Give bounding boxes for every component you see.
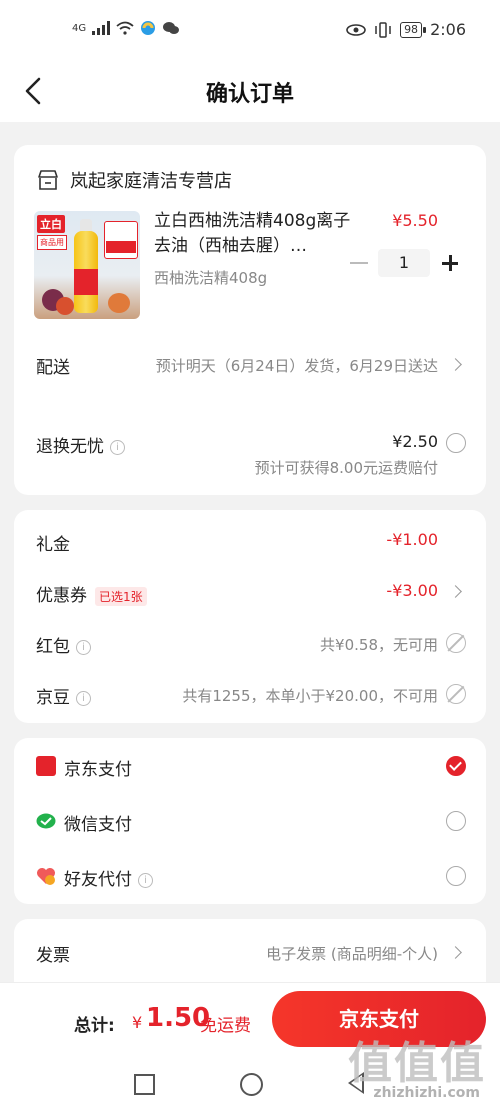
- store-name: 岚起家庭清洁专营店: [70, 171, 232, 192]
- product-spec: 西柚洗洁精408g: [154, 269, 268, 287]
- friend-pay-icon: [37, 868, 55, 885]
- signal-icon: [92, 21, 111, 35]
- red-packet-value: 共¥0.58，无可用: [320, 636, 438, 654]
- return-insurance-label: 退换无忧: [36, 437, 104, 457]
- quantity-stepper: 1: [350, 249, 460, 277]
- delivery-value[interactable]: 预计明天（6月24日）发货，6月29日送达: [148, 355, 438, 377]
- promo-tag: [104, 221, 138, 259]
- gift-money-label: 礼金: [36, 535, 70, 555]
- red-packet-row: 红包 i: [36, 632, 91, 657]
- jingdou-label: 京豆: [36, 688, 70, 708]
- payment-label: 京东支付: [64, 760, 132, 780]
- fruit-shape: [108, 293, 130, 313]
- unavailable-icon: [446, 633, 466, 653]
- coupon-chevron-icon[interactable]: [449, 585, 462, 598]
- product-price: ¥5.50: [392, 211, 438, 230]
- return-insurance-row: 退换无忧 i: [36, 432, 125, 457]
- gift-money-value: -¥1.00: [386, 530, 438, 549]
- info-icon[interactable]: i: [76, 690, 91, 706]
- return-insurance-price: ¥2.50: [392, 432, 438, 451]
- jingdou-value: 共有1255，本单小于¥20.00，不可用: [182, 687, 438, 705]
- page-title: 确认订单: [205, 82, 294, 107]
- info-icon[interactable]: i: [110, 439, 125, 455]
- system-back-button[interactable]: [348, 1072, 364, 1094]
- promo-tag-band: [106, 241, 136, 253]
- fruit-shape: [56, 297, 74, 315]
- store-header[interactable]: 岚起家庭清洁专营店: [36, 167, 232, 193]
- discounts-card: 礼金 -¥1.00 优惠券 已选1张 -¥3.00 红包 i 共¥0.58，无可用 …: [14, 510, 486, 723]
- payment-radio-jd[interactable]: [446, 756, 466, 776]
- status-bar: 4G 98 2:06: [0, 0, 500, 62]
- info-icon[interactable]: i: [138, 872, 153, 888]
- payment-label: 好友代付: [64, 870, 132, 890]
- invoice-chevron-icon[interactable]: [449, 946, 462, 959]
- coupon-row[interactable]: 优惠券 已选1张: [36, 581, 147, 606]
- invoice-value[interactable]: 电子发票 (商品明细-个人): [266, 943, 438, 964]
- brand-logo: 立白: [37, 215, 65, 233]
- invoice-label: 发票: [36, 946, 70, 966]
- status-right: 98 2:06: [346, 20, 466, 39]
- payment-radio-friend[interactable]: [446, 866, 466, 886]
- red-packet-label: 红包: [36, 637, 70, 657]
- quantity-value[interactable]: 1: [378, 249, 430, 277]
- brand-sub-label: 商品用: [37, 235, 67, 250]
- delivery-label: 配送: [36, 358, 70, 378]
- system-nav-bar: [0, 1052, 500, 1111]
- store-icon: [38, 170, 58, 190]
- increase-button[interactable]: [440, 253, 460, 273]
- wechat-notification-icon: [163, 22, 180, 34]
- wifi-icon: [116, 21, 134, 35]
- bottle-label: [74, 269, 98, 295]
- payment-card: 京东支付 微信支付 好友代付 i: [14, 738, 486, 904]
- decrease-button[interactable]: [350, 262, 368, 264]
- payment-radio-wechat[interactable]: [446, 811, 466, 831]
- unavailable-icon: [446, 684, 466, 704]
- app-notification-icon: [141, 21, 156, 35]
- total-label: 总计:: [74, 1016, 115, 1036]
- coupon-badge: 已选1张: [95, 586, 147, 606]
- payment-label-friend: 好友代付 i: [64, 865, 153, 890]
- home-button[interactable]: [240, 1073, 263, 1096]
- info-icon[interactable]: i: [76, 639, 91, 655]
- store-card: 岚起家庭清洁专营店 立白 商品用 立白西柚洗洁精408g离子去油（西柚去腥）… …: [14, 145, 486, 495]
- free-shipping-label: 免运费: [200, 1016, 251, 1036]
- status-left: 4G: [72, 20, 180, 36]
- product-title[interactable]: 立白西柚洗洁精408g离子去油（西柚去腥）…: [154, 209, 354, 259]
- battery-icon: 98: [400, 21, 427, 38]
- network-type: 4G: [72, 22, 87, 34]
- product-image[interactable]: 立白 商品用: [34, 211, 140, 319]
- payment-label: 微信支付: [64, 815, 132, 835]
- submit-payment-button[interactable]: 京东支付: [272, 991, 486, 1047]
- delivery-chevron-icon[interactable]: [449, 358, 462, 371]
- nav-bar: 确认订单: [0, 62, 500, 122]
- jingdou-row: 京豆 i: [36, 683, 91, 708]
- vibrate-icon: [375, 21, 391, 38]
- clock: 2:06: [430, 20, 466, 39]
- coupon-label: 优惠券: [36, 586, 87, 606]
- jd-pay-icon: [36, 756, 56, 776]
- return-insurance-radio[interactable]: [446, 433, 466, 453]
- checkout-bar: 总计: ¥ 1.50 免运费 京东支付: [0, 982, 500, 1053]
- recent-apps-button[interactable]: [134, 1074, 155, 1095]
- return-insurance-note: 预计可获得8.00元运费赔付: [254, 459, 438, 477]
- eye-icon: [346, 23, 366, 36]
- coupon-value[interactable]: -¥3.00: [386, 581, 438, 600]
- wechat-pay-icon: [36, 813, 56, 829]
- currency-symbol: ¥: [132, 1013, 143, 1032]
